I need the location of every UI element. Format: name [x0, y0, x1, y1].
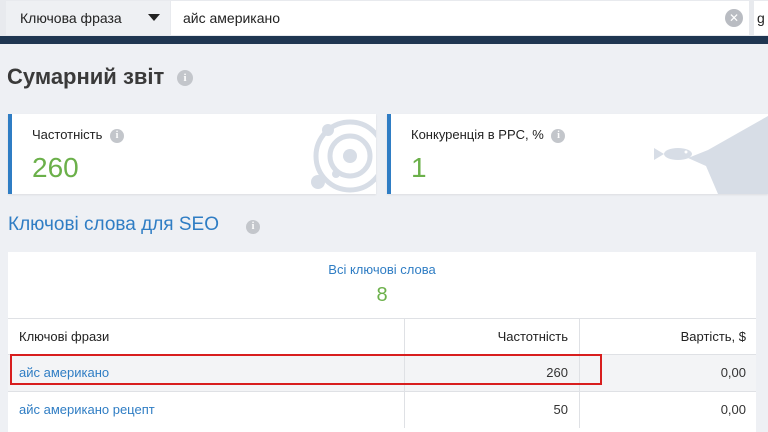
column-divider	[579, 319, 580, 354]
keyword-link[interactable]: айс американо	[19, 355, 109, 390]
column-divider	[404, 392, 405, 428]
frequency-label: Частотність	[32, 127, 103, 142]
column-header-frequency[interactable]: Частотність	[498, 329, 578, 344]
search-toolbar: Ключова фраза айс американо ✕ g	[0, 0, 768, 36]
ppc-competition-card: Конкуренція в PPC, % i 1	[387, 114, 768, 194]
fish-icon	[654, 116, 768, 194]
search-type-select[interactable]: Ключова фраза	[6, 1, 170, 35]
clear-icon[interactable]: ✕	[725, 9, 743, 27]
database-label: g	[757, 10, 765, 26]
table-header: Ключові фрази Частотність Вартість, $	[8, 318, 756, 354]
column-header-cost[interactable]: Вартість, $	[681, 329, 756, 344]
info-icon[interactable]: i	[246, 220, 260, 234]
header-divider	[0, 36, 768, 44]
table-row: айс американо рецепт 50 0,00	[8, 391, 756, 428]
database-select[interactable]: g	[754, 1, 768, 35]
frequency-cell: 50	[553, 402, 568, 417]
search-query: айс американо	[183, 10, 281, 26]
frequency-card: Частотність i 260	[8, 114, 376, 194]
cost-cell: 0,00	[720, 365, 746, 380]
ppc-competition-label: Конкуренція в PPC, %	[411, 127, 544, 142]
keyword-link[interactable]: айс американо рецепт	[19, 392, 155, 427]
frequency-value: 260	[32, 152, 79, 183]
all-keywords-count: 8	[376, 284, 388, 306]
column-divider	[579, 392, 580, 428]
frequency-cell: 260	[546, 365, 568, 380]
keywords-table: Ключові фрази Частотність Вартість, $ ай…	[8, 318, 756, 428]
search-type-label: Ключова фраза	[20, 10, 122, 26]
cost-cell: 0,00	[720, 402, 746, 417]
info-icon[interactable]: i	[110, 128, 125, 143]
chevron-down-icon	[148, 14, 160, 21]
column-divider	[404, 355, 405, 391]
orbit-icon	[311, 119, 376, 193]
info-icon[interactable]: i	[551, 128, 566, 143]
column-divider	[404, 319, 405, 354]
seo-keywords-panel: Всі ключові слова 8 Ключові фрази Частот…	[8, 252, 756, 432]
all-keywords-tab[interactable]: Всі ключові слова	[8, 262, 756, 277]
page-title: Сумарний звіт	[7, 64, 165, 89]
ppc-competition-value: 1	[411, 152, 427, 183]
table-row: айс американо 260 0,00	[8, 354, 756, 391]
column-divider	[579, 355, 580, 391]
info-icon[interactable]: i	[177, 70, 193, 86]
search-input[interactable]: айс американо ✕	[171, 1, 749, 35]
column-header-keywords[interactable]: Ключові фрази	[19, 319, 109, 354]
seo-section-title: Ключові слова для SEO	[8, 214, 220, 235]
